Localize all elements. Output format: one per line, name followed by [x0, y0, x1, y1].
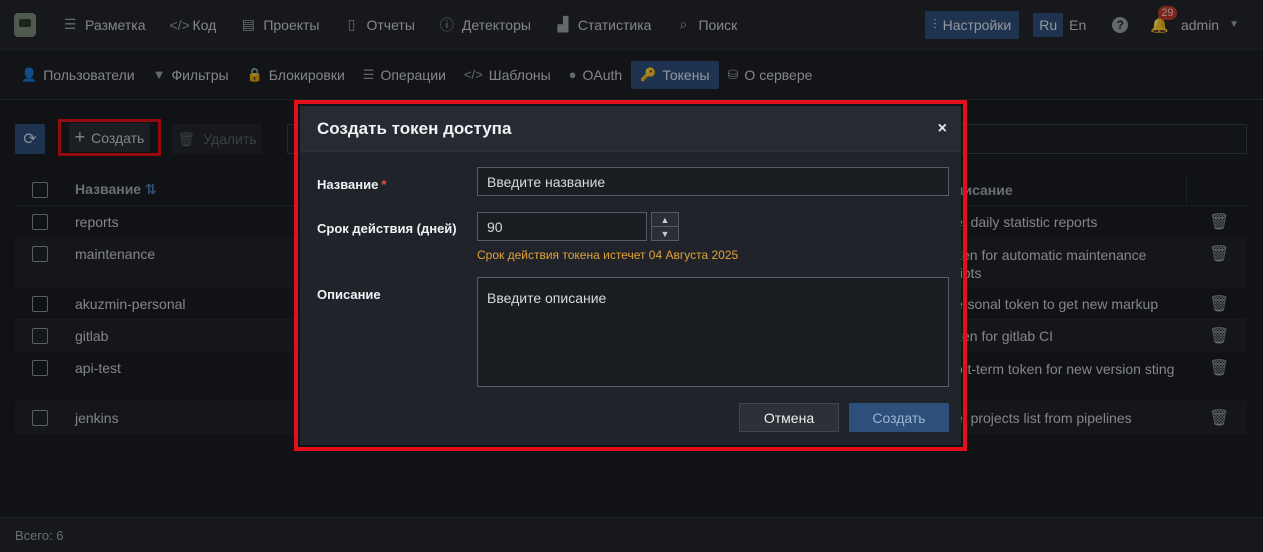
modal-header: Создать токен доступа [300, 106, 961, 152]
description-textarea[interactable]: Введите описание [477, 277, 949, 387]
modal-title: Создать токен доступа [317, 118, 512, 138]
name-field-label: Название * [317, 177, 386, 192]
increment-icon[interactable]: ▲ [652, 213, 678, 227]
close-icon[interactable]: × [938, 120, 947, 138]
token-name-placeholder: Введите название [487, 173, 606, 190]
modal-highlight: Создать токен доступа × Название * Введит… [294, 100, 967, 451]
days-stepper[interactable]: ▲ ▼ [651, 212, 679, 241]
expiration-note: Срок действия токена истечет 04 Августа … [477, 248, 739, 262]
days-value: 90 [487, 218, 503, 235]
create-token-dialog: Создать токен доступа × Название * Введит… [300, 106, 961, 445]
days-input[interactable]: 90 [477, 212, 647, 241]
required-marker: * [381, 177, 387, 192]
description-placeholder: Введите описание [487, 290, 607, 306]
description-field-label: Описание [317, 287, 381, 302]
name-label-text: Название [317, 177, 379, 192]
decrement-icon[interactable]: ▼ [652, 227, 678, 241]
cancel-button[interactable]: Отмена [739, 403, 839, 432]
submit-create-button[interactable]: Создать [849, 403, 949, 432]
days-field-label: Срок действия (дней) [317, 221, 457, 236]
token-name-input[interactable]: Введите название [477, 167, 949, 196]
